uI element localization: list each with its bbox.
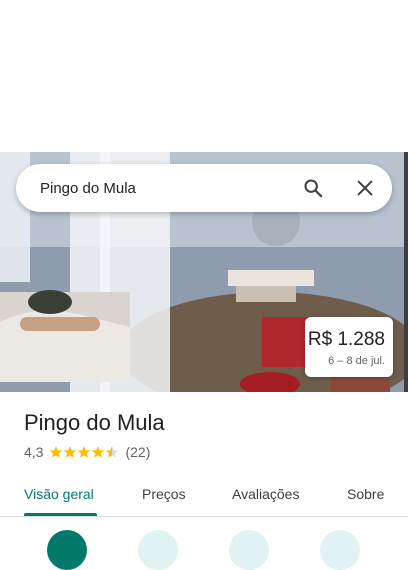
- price: R$ 1.288: [307, 329, 385, 350]
- star-icon: [64, 446, 77, 458]
- scroll-edge: [404, 152, 408, 392]
- star-half-icon: [106, 446, 119, 458]
- tab-prices[interactable]: Preços: [142, 486, 186, 502]
- star-icon: [78, 446, 91, 458]
- place-title: Pingo do Mula: [24, 410, 165, 435]
- tab-about[interactable]: Sobre: [347, 486, 384, 502]
- tab-bar: Visão geral Preços Avaliações Sobre: [0, 470, 408, 517]
- date-range: 6 – 8 de jul.: [328, 355, 385, 367]
- star-icon: [50, 446, 63, 458]
- rating-stars: [49, 445, 119, 459]
- hero-photo[interactable]: R$ 1.288 6 – 8 de jul.: [0, 152, 408, 392]
- star-icon: [92, 446, 105, 458]
- active-tab-indicator: [24, 513, 97, 516]
- directions-button[interactable]: [47, 530, 87, 570]
- search-icon[interactable]: [302, 177, 324, 199]
- rating-row[interactable]: 4,3 (22): [24, 444, 150, 460]
- action-buttons: [0, 530, 408, 570]
- tab-overview[interactable]: Visão geral: [24, 486, 94, 502]
- price-card[interactable]: R$ 1.288 6 – 8 de jul.: [305, 317, 393, 377]
- nearby-button[interactable]: [229, 530, 269, 570]
- close-icon[interactable]: [354, 177, 376, 199]
- share-button[interactable]: [320, 530, 360, 570]
- review-count[interactable]: (22): [125, 444, 150, 460]
- search-bar[interactable]: [16, 164, 392, 212]
- tab-reviews[interactable]: Avaliações: [232, 486, 299, 502]
- save-button[interactable]: [138, 530, 178, 570]
- rating-value: 4,3: [24, 444, 44, 460]
- search-input[interactable]: [40, 177, 280, 199]
